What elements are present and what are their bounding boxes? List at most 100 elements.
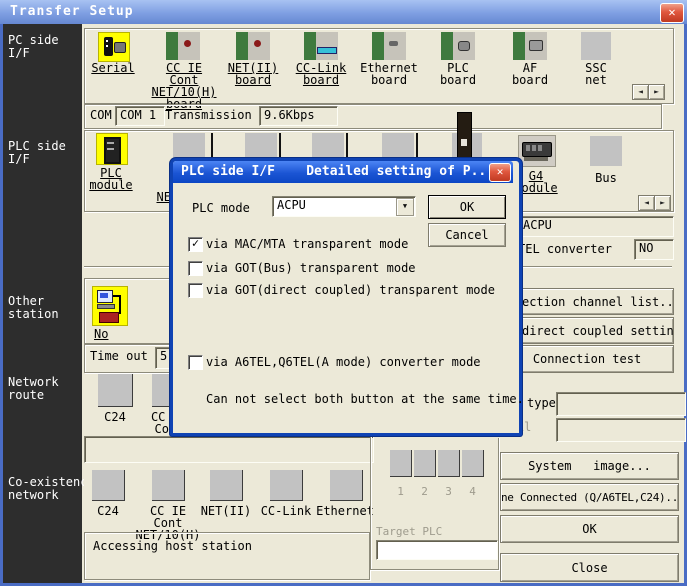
- sidebar-item-network-route: Network route: [8, 376, 84, 404]
- no-label[interactable]: No: [94, 328, 108, 340]
- detail-field: [556, 418, 686, 442]
- cpu2-button[interactable]: [414, 450, 436, 477]
- coexist-net-ii-icon[interactable]: [210, 470, 243, 501]
- system-image-button[interactable]: System image...: [500, 452, 679, 480]
- dialog-note: Can not select both button at the same t…: [206, 393, 524, 405]
- status-box: Accessing host station: [84, 532, 370, 580]
- check-icon: ✓: [192, 236, 199, 250]
- plc-mode-label: PLC mode: [192, 202, 250, 214]
- checkbox-a6tel[interactable]: [188, 355, 203, 370]
- pc-icon-label-net-ii[interactable]: NET(II) board: [217, 62, 289, 86]
- serial-icon[interactable]: [98, 32, 130, 62]
- line-connected-button[interactable]: ine Connected (Q/A6TEL,C24)...: [500, 483, 679, 511]
- plc-icon-label-bus[interactable]: Bus: [580, 172, 632, 184]
- target-plc-label: Target PLC: [376, 526, 442, 538]
- no-other-station-icon[interactable]: [92, 286, 128, 326]
- cpu3-number: 3: [438, 486, 459, 498]
- pc-icon-label-plc[interactable]: PLC board: [422, 62, 494, 86]
- checkbox-got-bus-label[interactable]: via GOT(Bus) transparent mode: [206, 262, 416, 274]
- cpu1-number: 1: [390, 486, 411, 498]
- cpu-type-field: ACPU: [518, 216, 674, 237]
- plc-slot-icon[interactable]: [245, 133, 277, 161]
- ssc-net-icon[interactable]: [581, 32, 611, 60]
- arrow-right-icon: ►: [654, 86, 659, 98]
- checkbox-a6tel-label[interactable]: via A6TEL,Q6TEL(A mode) converter mode: [206, 356, 481, 368]
- tel-converter-field: NO: [634, 239, 674, 260]
- pc-icon-label-af[interactable]: AF board: [494, 62, 566, 86]
- pc-icon-label-ssc[interactable]: SSC net: [562, 62, 630, 86]
- sidebar-item-plc-side: PLC side I/F: [8, 140, 84, 164]
- dialog-ok-button[interactable]: OK: [428, 195, 506, 219]
- arrow-left-icon: ◄: [644, 197, 649, 209]
- sidebar-item-co-existence: Co-existence network: [8, 476, 84, 504]
- checkbox-got-bus[interactable]: [188, 261, 203, 276]
- cpu4-button[interactable]: [462, 450, 484, 477]
- cc-link-board-icon[interactable]: [304, 32, 338, 60]
- plc-module-icon[interactable]: [96, 133, 128, 165]
- coexist-c24-icon[interactable]: [92, 470, 125, 501]
- route-info-field: [84, 436, 374, 463]
- af-board-icon[interactable]: [513, 32, 547, 60]
- pc-icon-label-cc-ie[interactable]: CC IE Cont NET/10(H) board: [148, 62, 220, 110]
- coexist-ethernet-icon[interactable]: [330, 470, 363, 501]
- cc-ie-cont-board-icon[interactable]: [166, 32, 200, 60]
- plc-slot-divider: [279, 133, 281, 161]
- connection-channel-list-button[interactable]: Connection channel list...: [500, 288, 674, 315]
- tel-converter-label: TEL converter: [518, 243, 612, 255]
- ethernet-board-icon[interactable]: [372, 32, 406, 60]
- plc-slot-divider: [211, 133, 213, 161]
- cpu3-button[interactable]: [438, 450, 460, 477]
- plc-icon-label-module[interactable]: PLC module: [81, 167, 141, 191]
- main-ok-button[interactable]: OK: [500, 515, 679, 543]
- plc-scroll-left-button[interactable]: ◄: [638, 195, 655, 211]
- cpu4-number: 4: [462, 486, 483, 498]
- checkbox-mac-mta-label[interactable]: via MAC/MTA transparent mode: [206, 238, 408, 250]
- target-plc-field: [376, 540, 498, 560]
- close-icon: ✕: [497, 165, 504, 178]
- pc-scroll-right-button[interactable]: ►: [648, 84, 665, 100]
- bus-icon[interactable]: [590, 136, 622, 166]
- checkbox-got-direct-label[interactable]: via GOT(direct coupled) transparent mode: [206, 284, 495, 296]
- transfer-setup-window: Transfer Setup ✕ PC side I/F PLC side I/…: [0, 0, 687, 586]
- arrow-right-icon: ►: [660, 197, 665, 209]
- pc-icon-label-cc-link[interactable]: CC-Link board: [285, 62, 357, 86]
- pc-icon-label-ethernet[interactable]: Ethernet board: [353, 62, 425, 86]
- pc-scroll-left-button[interactable]: ◄: [632, 84, 649, 100]
- plc-slot-divider: [346, 133, 348, 161]
- dialog-cancel-button[interactable]: Cancel: [428, 223, 506, 247]
- cpu1-button[interactable]: [390, 450, 412, 477]
- status-text: Accessing host station: [93, 540, 252, 552]
- type-label: type: [527, 397, 556, 409]
- coexist-label-c24[interactable]: C24: [78, 505, 138, 517]
- g4-module-icon[interactable]: [518, 135, 556, 167]
- coexist-cc-ie-icon[interactable]: [152, 470, 185, 501]
- module-connector-icon: [457, 112, 472, 160]
- chevron-down-icon[interactable]: ▼: [396, 198, 414, 216]
- plc-slot-divider: [416, 133, 418, 161]
- window-titlebar: Transfer Setup: [0, 0, 687, 24]
- plc-scroll-right-button[interactable]: ►: [654, 195, 671, 211]
- plc-mode-combobox[interactable]: ACPU ▼: [272, 196, 416, 217]
- pc-icon-label-serial[interactable]: Serial: [83, 62, 143, 74]
- plc-detailed-setting-dialog: PLC side I/F Detailed setting of P... ✕ …: [170, 158, 522, 436]
- plc-slot-icon[interactable]: [173, 133, 205, 161]
- main-close-button[interactable]: Close: [500, 553, 679, 582]
- connection-test-button[interactable]: Connection test: [500, 345, 674, 373]
- net-ii-board-icon[interactable]: [236, 32, 270, 60]
- plc-slot-icon[interactable]: [382, 133, 414, 161]
- transmission-speed-field: 9.6Kbps: [259, 106, 338, 126]
- checkbox-mac-mta[interactable]: ✓: [188, 237, 203, 252]
- window-close-button[interactable]: ✕: [660, 3, 684, 23]
- timeout-label: Time out: [90, 350, 148, 362]
- plc-slot-icon[interactable]: [312, 133, 344, 161]
- plc-board-icon[interactable]: [441, 32, 475, 60]
- checkbox-got-direct[interactable]: [188, 283, 203, 298]
- section-sidebar: PC side I/F PLC side I/F Other station N…: [3, 24, 82, 583]
- plc-direct-coupled-setting-button[interactable]: PLC direct coupled setting: [500, 317, 674, 344]
- dialog-close-button[interactable]: ✕: [489, 163, 511, 182]
- coexist-cc-link-icon[interactable]: [270, 470, 303, 501]
- arrow-left-icon: ◄: [638, 86, 643, 98]
- close-icon: ✕: [668, 5, 675, 19]
- cpu2-number: 2: [414, 486, 435, 498]
- network-route-c24-icon[interactable]: [98, 374, 133, 407]
